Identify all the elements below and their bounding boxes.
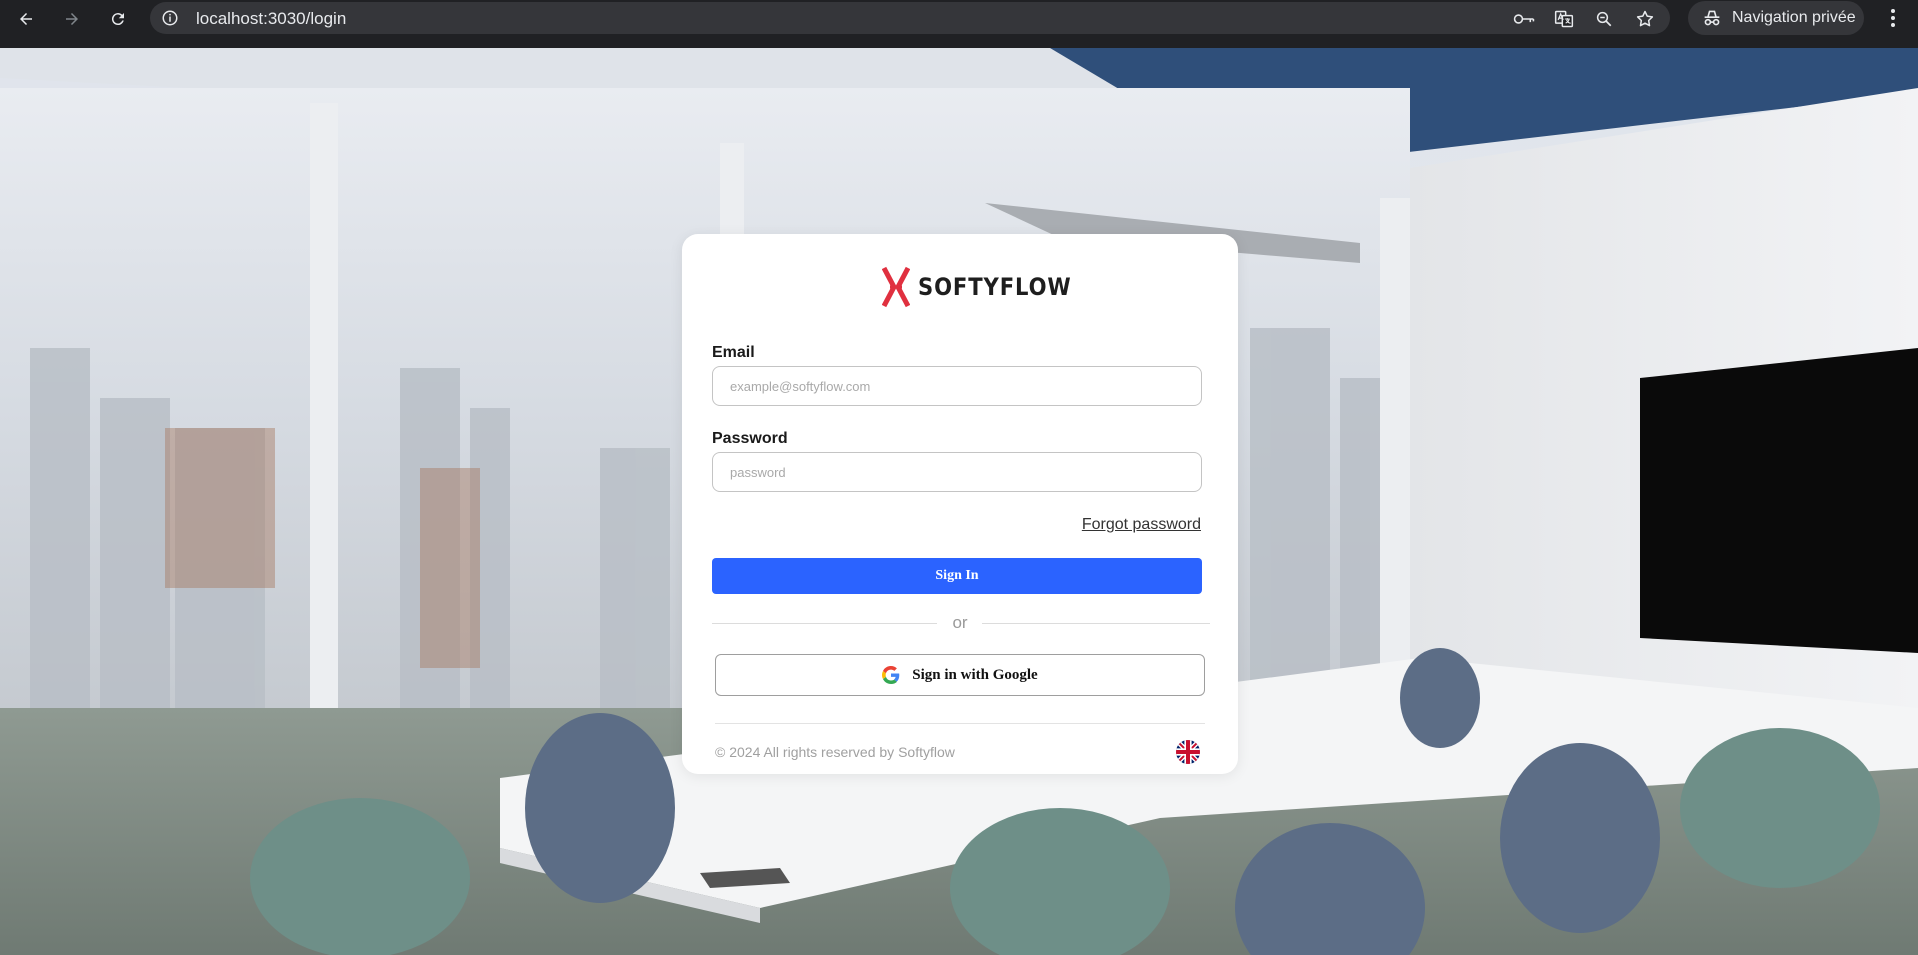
password-field[interactable] [712, 452, 1202, 492]
google-sign-in-label: Sign in with Google [912, 666, 1038, 683]
password-label: Password [712, 430, 788, 447]
zoom-icon[interactable] [1593, 8, 1615, 30]
arrow-left-icon [20, 13, 32, 25]
softyflow-logo-icon [882, 266, 910, 308]
divider-line-left [712, 623, 937, 624]
brand-logo: SOFTYFLOW [882, 266, 1093, 308]
brand-name: SOFTYFLOW [918, 273, 1072, 301]
back-button[interactable] [14, 7, 38, 31]
browser-menu-button[interactable] [1882, 6, 1904, 30]
uk-flag-icon[interactable] [1176, 740, 1200, 764]
private-mode-pill[interactable]: Navigation privée [1688, 1, 1864, 35]
reload-button[interactable] [106, 7, 130, 31]
or-label: or [952, 613, 968, 632]
copyright-text: © 2024 All rights reserved by Softyflow [715, 744, 955, 760]
incognito-icon [1704, 10, 1720, 26]
forward-button[interactable] [60, 7, 84, 31]
sign-in-button[interactable]: Sign In [712, 558, 1202, 594]
url-text: localhost:3030/login [196, 9, 347, 28]
key-icon[interactable] [1513, 8, 1535, 30]
email-label: Email [712, 344, 755, 361]
reload-icon [111, 13, 124, 26]
google-sign-in-button[interactable]: Sign in with Google [715, 654, 1205, 696]
site-info-icon[interactable] [160, 8, 180, 28]
address-bar[interactable]: localhost:3030/login [150, 2, 1670, 34]
bookmark-star-icon[interactable] [1634, 8, 1656, 30]
divider-line-right [982, 623, 1210, 624]
more-vertical-icon [1891, 9, 1895, 27]
login-card: SOFTYFLOW Email Password Forgot password… [682, 234, 1238, 774]
google-icon [882, 666, 900, 684]
footer-divider [715, 723, 1205, 724]
email-field[interactable] [712, 366, 1202, 406]
forgot-password-link[interactable]: Forgot password [1082, 516, 1201, 534]
translate-icon[interactable] [1553, 8, 1575, 30]
private-mode-label: Navigation privée [1732, 9, 1856, 26]
or-divider: or [712, 613, 1210, 634]
arrow-right-icon [66, 13, 78, 25]
browser-toolbar: localhost:3030/login Navigation privée [0, 0, 1918, 38]
